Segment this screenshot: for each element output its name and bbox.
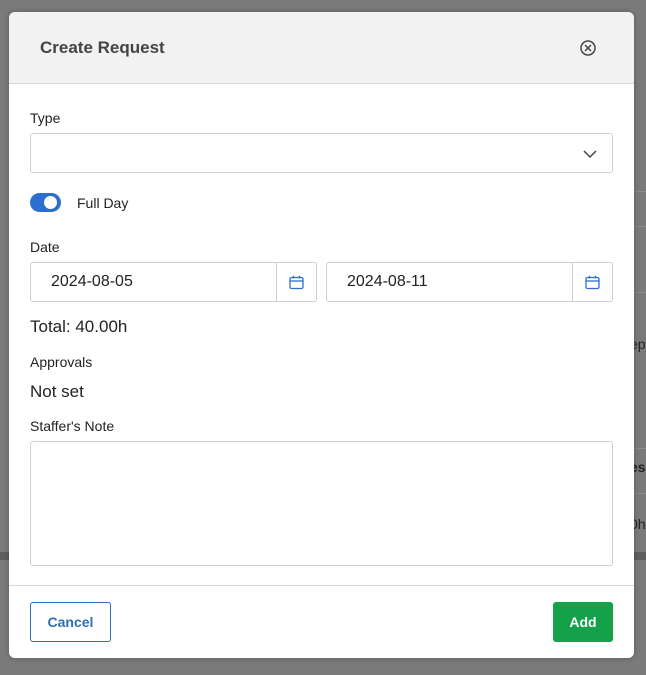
calendar-icon <box>585 275 600 290</box>
type-label: Type <box>30 110 61 126</box>
staffer-note-label: Staffer's Note <box>30 418 115 434</box>
start-date-field[interactable]: 2024-08-05 <box>30 262 317 302</box>
type-select[interactable] <box>30 133 613 173</box>
create-request-modal: Create Request Type Full Day Date 2024-0… <box>9 12 634 658</box>
end-date-calendar-button[interactable] <box>572 263 612 301</box>
close-button[interactable] <box>578 38 598 58</box>
approvals-value: Not set <box>30 382 84 401</box>
total-hours: Total: 40.00h <box>30 317 128 336</box>
calendar-icon <box>289 275 304 290</box>
date-label: Date <box>30 239 60 255</box>
full-day-toggle[interactable] <box>30 193 61 212</box>
start-date-value: 2024-08-05 <box>51 273 133 290</box>
modal-title: Create Request <box>40 38 165 57</box>
full-day-label: Full Day <box>77 195 129 211</box>
end-date-field[interactable]: 2024-08-11 <box>326 262 613 302</box>
staffer-note-textarea[interactable] <box>30 441 613 566</box>
chevron-down-icon <box>583 150 597 159</box>
add-button[interactable]: Add <box>553 602 613 642</box>
end-date-value: 2024-08-11 <box>347 273 428 290</box>
modal-footer: Cancel Add <box>9 585 634 658</box>
close-circle-icon <box>580 40 596 56</box>
start-date-calendar-button[interactable] <box>276 263 316 301</box>
toggle-knob <box>44 196 57 209</box>
approvals-label: Approvals <box>30 354 93 370</box>
modal-header: Create Request <box>9 12 634 84</box>
cancel-button[interactable]: Cancel <box>30 602 111 642</box>
